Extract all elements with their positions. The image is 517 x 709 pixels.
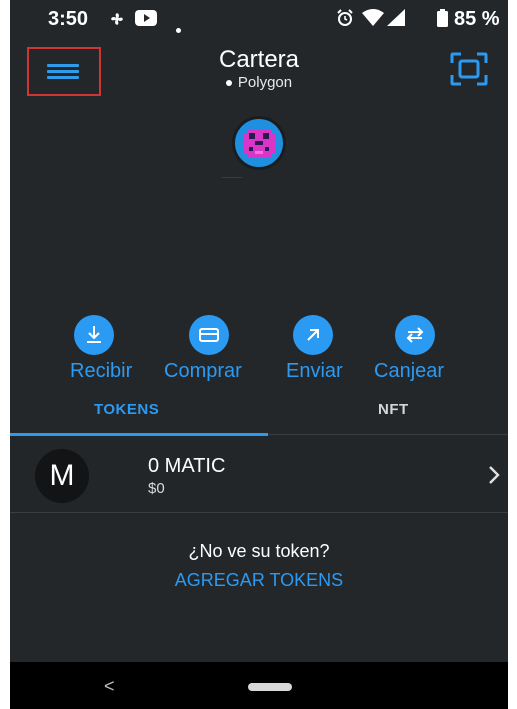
- buy-button[interactable]: [189, 315, 229, 355]
- token-amount: 0 MATIC: [148, 455, 226, 477]
- fan-icon: [110, 9, 124, 32]
- divider: [222, 177, 242, 178]
- token-fiat-value: $0: [148, 480, 165, 497]
- tab-nft[interactable]: NFT: [378, 401, 409, 418]
- swap-icon: [406, 327, 424, 343]
- row-divider: [10, 512, 508, 513]
- network-dot-icon: [225, 80, 232, 87]
- tab-active-indicator: [10, 433, 268, 436]
- send-button[interactable]: [293, 315, 333, 355]
- battery-icon: [437, 9, 448, 33]
- youtube-icon: [135, 9, 157, 32]
- status-time: 3:50: [48, 8, 89, 30]
- system-nav-bar: <: [10, 662, 508, 709]
- qr-scan-button[interactable]: [450, 52, 488, 86]
- battery-percent: 85 %: [454, 8, 500, 30]
- download-icon: [87, 326, 101, 343]
- chevron-right-icon: [489, 466, 500, 484]
- tab-tokens[interactable]: TOKENS: [94, 401, 159, 418]
- send-label[interactable]: Enviar: [286, 360, 343, 383]
- account-avatar[interactable]: [232, 116, 286, 170]
- add-tokens-link[interactable]: AGREGAR TOKENS: [10, 570, 508, 591]
- receive-label[interactable]: Recibir: [70, 360, 132, 383]
- wifi-icon: [362, 9, 384, 32]
- missing-token-text: ¿No ve su token?: [188, 541, 330, 561]
- card-icon: [199, 328, 219, 342]
- wallet-screen: 3:50 85 % Cartera Polygon Recibir Compra…: [10, 0, 508, 709]
- network-name: Polygon: [237, 74, 293, 91]
- receive-button[interactable]: [74, 315, 114, 355]
- back-button[interactable]: <: [104, 676, 115, 697]
- token-row-matic[interactable]: M 0 MATIC $0: [10, 437, 508, 512]
- page-title: Cartera: [218, 46, 300, 73]
- status-bar: 3:50 85 %: [10, 0, 508, 36]
- arrow-up-right-icon: [307, 329, 319, 341]
- swap-button[interactable]: [395, 315, 435, 355]
- identicon-icon: [243, 129, 275, 157]
- network-selector[interactable]: Polygon: [10, 74, 508, 91]
- qr-scan-icon: [450, 52, 488, 86]
- dot-icon: [176, 16, 181, 39]
- signal-icon: [387, 9, 405, 32]
- matic-token-icon: M: [35, 449, 89, 503]
- home-pill-button[interactable]: [248, 683, 292, 691]
- buy-label[interactable]: Comprar: [164, 360, 242, 383]
- swap-label[interactable]: Canjear: [374, 360, 444, 383]
- alarm-icon: [336, 9, 354, 33]
